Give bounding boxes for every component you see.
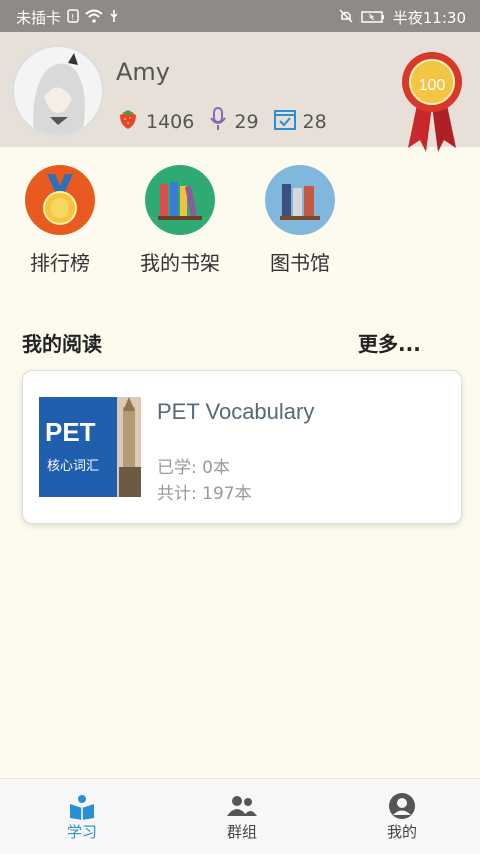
stat-strawberries: 1406 <box>116 107 194 136</box>
book-learned: 已学: 0本 <box>157 458 230 478</box>
bottom-tab-bar: 学习 群组 我的 <box>0 778 480 854</box>
medal-icon <box>25 165 95 235</box>
checkin-count: 28 <box>302 110 327 133</box>
bookshelf-icon <box>145 165 215 235</box>
book-title: PET Vocabulary <box>157 399 315 424</box>
library-icon <box>265 165 335 235</box>
quick-link-library[interactable]: 图书馆 <box>240 165 360 276</box>
book-card[interactable]: PET 核心词汇 PET Vocabulary 已学: 0本 共计: 197本 <box>22 370 462 524</box>
book-reading-icon <box>22 791 142 821</box>
calendar-check-icon <box>273 107 297 136</box>
quick-link-bookshelf[interactable]: 我的书架 <box>120 165 240 276</box>
quick-link-label: 我的书架 <box>140 251 220 275</box>
quick-links: 排行榜 我的书架 图书馆 <box>0 165 480 285</box>
book-cover: PET 核心词汇 <box>39 397 141 497</box>
usb-icon <box>109 9 119 27</box>
avatar[interactable] <box>12 45 104 137</box>
carrier-label: 未插卡 <box>16 9 62 27</box>
cover-subtitle: 核心词汇 <box>47 459 100 474</box>
stat-checkins: 28 <box>273 107 327 136</box>
sim-icon: ! <box>67 8 79 27</box>
group-icon <box>182 791 302 821</box>
book-total: 共计: 197本 <box>157 484 252 504</box>
svg-text:!: ! <box>71 13 74 22</box>
quick-link-label: 图书馆 <box>270 251 330 275</box>
stat-recordings: 29 <box>208 106 259 137</box>
achievement-medal-icon[interactable]: 100 <box>400 50 464 156</box>
recording-count: 29 <box>234 110 259 133</box>
cover-title: PET <box>45 417 96 447</box>
strawberry-icon <box>116 107 140 136</box>
strawberry-count: 1406 <box>146 110 195 133</box>
user-icon <box>342 791 462 821</box>
microphone-icon <box>208 106 228 137</box>
status-bar: 未插卡 ! 半夜11:30 <box>0 0 480 32</box>
profile-header: Amy 1406 29 28 100 <box>0 32 480 152</box>
battery-icon <box>361 9 385 27</box>
tab-study[interactable]: 学习 <box>22 791 142 842</box>
tab-label: 我的 <box>386 823 417 841</box>
profile-stats: 1406 29 28 <box>116 106 327 137</box>
tab-me[interactable]: 我的 <box>342 791 462 842</box>
clock-time: 半夜11:30 <box>392 9 466 27</box>
wifi-icon <box>85 9 103 27</box>
medal-number: 100 <box>419 77 446 94</box>
mute-bell-icon <box>339 8 353 27</box>
tab-groups[interactable]: 群组 <box>182 791 302 842</box>
username: Amy <box>116 58 170 86</box>
tab-label: 群组 <box>226 823 257 841</box>
my-reading-title: 我的阅读 <box>22 332 102 356</box>
more-link[interactable]: 更多... <box>358 328 421 357</box>
quick-link-leaderboard[interactable]: 排行榜 <box>0 165 120 276</box>
tab-label: 学习 <box>66 823 97 841</box>
quick-link-label: 排行榜 <box>30 251 90 275</box>
